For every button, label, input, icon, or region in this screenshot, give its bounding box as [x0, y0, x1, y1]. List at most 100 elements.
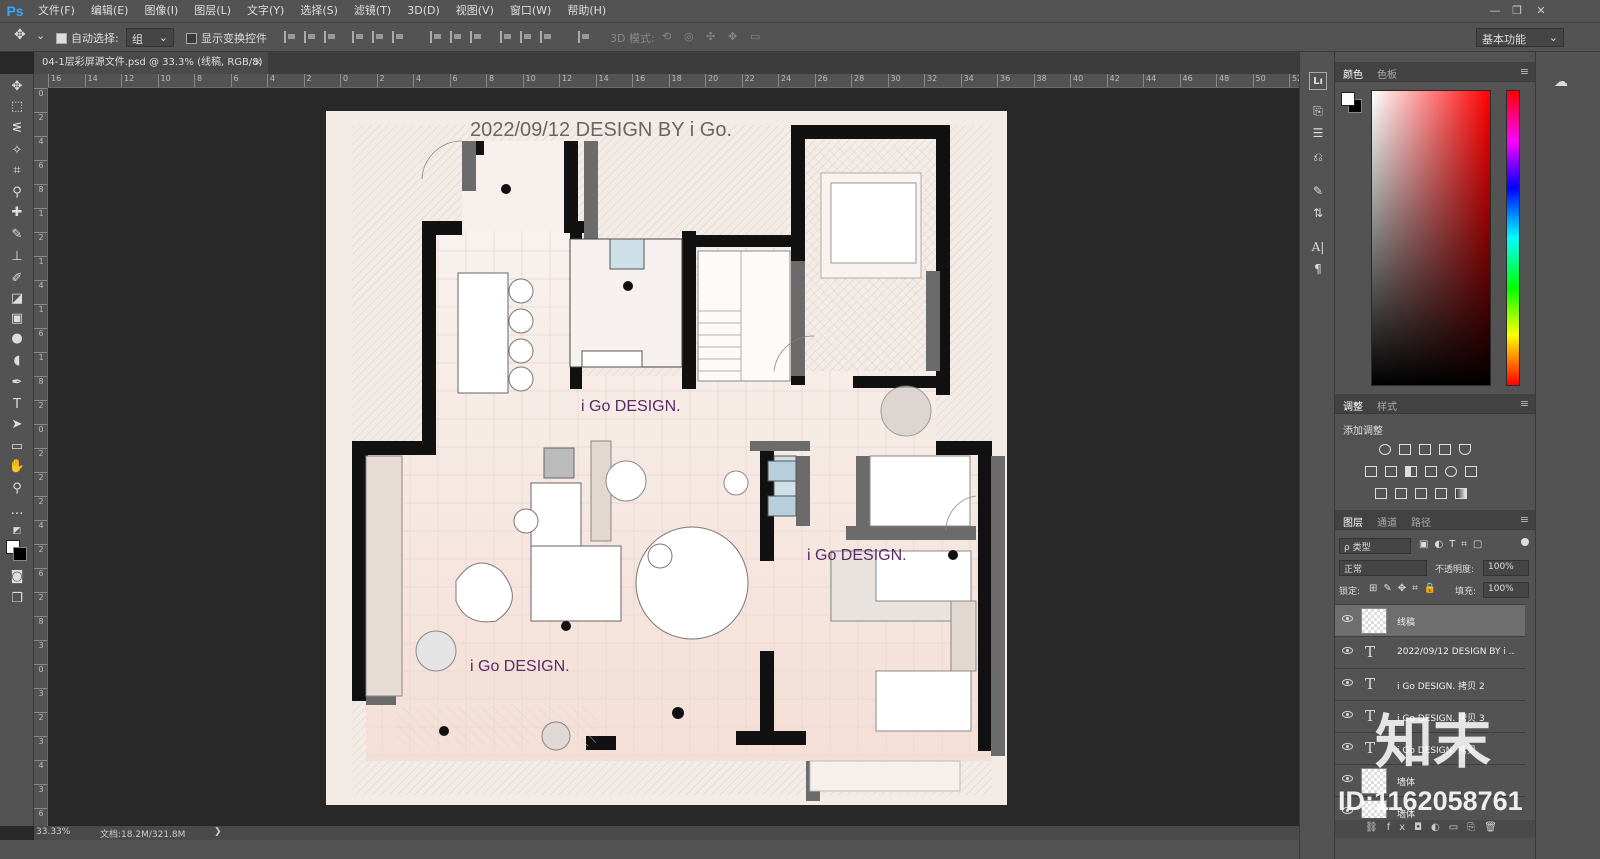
dodge-tool-icon[interactable]: ◖	[8, 352, 26, 370]
auto-select-dropdown[interactable]: 组 ⌄	[126, 28, 174, 47]
chevron-down-icon[interactable]: ⌄	[36, 29, 45, 42]
posterize-icon[interactable]	[1395, 488, 1407, 499]
lock-icons[interactable]: ⊞✎✥⌗🔒	[1369, 583, 1442, 594]
filter-toggle-icon[interactable]	[1521, 538, 1529, 546]
align-hcenter-icon[interactable]	[372, 31, 384, 43]
blend-mode-dropdown[interactable]: 正常	[1339, 560, 1427, 576]
menu-layer[interactable]: 图层(L)	[186, 0, 239, 22]
distribute-bottom-icon[interactable]	[470, 31, 482, 43]
align-vcenter-icon[interactable]	[304, 31, 316, 43]
gradient-map-icon[interactable]	[1455, 488, 1467, 499]
align-top-icon[interactable]	[284, 31, 296, 43]
brand-label-3[interactable]: i Go DESIGN.	[470, 658, 570, 676]
close-icon[interactable]: ×	[254, 52, 262, 74]
floor-plan-artboard[interactable]: 2022/09/12 DESIGN BY i Go. i Go DESIGN. …	[326, 111, 1007, 805]
color-lookup-icon[interactable]	[1465, 466, 1477, 477]
threshold-icon[interactable]	[1415, 488, 1427, 499]
eye-icon[interactable]	[1342, 711, 1353, 718]
menu-select[interactable]: 选择(S)	[292, 0, 346, 22]
menu-help[interactable]: 帮助(H)	[559, 0, 614, 22]
tab-channels[interactable]: 通道	[1377, 514, 1397, 529]
rectangle-tool-icon[interactable]: ▭	[8, 438, 26, 456]
eraser-tool-icon[interactable]: ◪	[8, 290, 26, 308]
actions-icon[interactable]: ⎌	[1309, 148, 1327, 166]
blur-tool-icon[interactable]: ●	[8, 330, 26, 348]
canvas-area[interactable]: 2022/09/12 DESIGN BY i Go. i Go DESIGN. …	[48, 89, 1299, 826]
channel-mixer-icon[interactable]	[1445, 466, 1457, 477]
hue-saturation-icon[interactable]	[1365, 466, 1377, 477]
eye-icon[interactable]	[1342, 679, 1353, 686]
photo-filter-icon[interactable]	[1425, 466, 1437, 477]
distribute-right-icon[interactable]	[540, 31, 552, 43]
color-picker-field[interactable]	[1371, 90, 1491, 386]
tab-layers[interactable]: 图层	[1343, 514, 1363, 529]
minimize-button[interactable]: —	[1484, 0, 1506, 22]
brightness-icon[interactable]	[1379, 444, 1391, 455]
menu-type[interactable]: 文字(Y)	[239, 0, 292, 22]
invert-icon[interactable]	[1375, 488, 1387, 499]
marquee-tool-icon[interactable]: ⬚	[8, 98, 26, 116]
eyedropper-icon[interactable]: ⚲	[8, 184, 26, 202]
menu-window[interactable]: 窗口(W)	[502, 0, 559, 22]
menu-filter[interactable]: 滤镜(T)	[346, 0, 399, 22]
fill-field[interactable]: 100%	[1483, 582, 1529, 598]
selective-color-icon[interactable]	[1435, 488, 1447, 499]
layer-filter-dropdown[interactable]: ρ 类型	[1339, 538, 1411, 554]
crop-tool-icon[interactable]: ⌗	[8, 162, 26, 180]
eye-icon[interactable]	[1342, 775, 1353, 782]
hue-slider[interactable]	[1506, 90, 1520, 386]
quick-mask-icon[interactable]: ◙	[8, 568, 26, 586]
levels-icon[interactable]	[1399, 444, 1411, 455]
brand-label-1[interactable]: i Go DESIGN.	[581, 398, 681, 416]
type-tool-icon[interactable]: T	[8, 396, 26, 414]
menu-file[interactable]: 文件(F)	[30, 0, 83, 22]
foreground-swatch[interactable]	[1341, 92, 1355, 106]
distribute-left-icon[interactable]	[500, 31, 512, 43]
opacity-field[interactable]: 100%	[1483, 560, 1529, 576]
character-icon[interactable]: A|	[1309, 238, 1327, 256]
tab-adjustments[interactable]: 调整	[1343, 398, 1363, 413]
vibrance-icon[interactable]	[1459, 444, 1471, 455]
paragraph-icon[interactable]: ¶	[1309, 260, 1327, 278]
distribute-hcenter-icon[interactable]	[520, 31, 532, 43]
layer-row[interactable]: T i Go DESIGN. 拷贝 2	[1335, 668, 1525, 700]
curves-icon[interactable]	[1419, 444, 1431, 455]
brush-settings-icon[interactable]: ✎	[1309, 182, 1327, 200]
history-icon[interactable]: ⎘	[1309, 102, 1327, 120]
layers-footer-icons[interactable]: ⛓fx◘◐▭⎘🗑	[1335, 820, 1535, 838]
layer-row[interactable]: T 2022/09/12 DESIGN BY i ...	[1335, 636, 1525, 668]
adjust-settings-icon[interactable]: ⇅	[1309, 204, 1327, 222]
status-menu-icon[interactable]: ❯	[214, 827, 222, 837]
hand-tool-icon[interactable]: ✋	[8, 458, 26, 476]
brush-tool-icon[interactable]: ✎	[8, 226, 26, 244]
properties-icon[interactable]: ☰	[1309, 124, 1327, 142]
zoom-level[interactable]: 33.33%	[36, 827, 70, 837]
workspace-dropdown[interactable]: 基本功能 ⌄	[1476, 28, 1564, 47]
screen-mode-icon[interactable]: ❐	[8, 590, 26, 608]
show-transform-checkbox[interactable]: 显示变换控件	[186, 30, 267, 46]
creative-cloud-icon[interactable]: ☁	[1554, 74, 1568, 90]
tab-styles[interactable]: 样式	[1377, 398, 1397, 413]
exposure-icon[interactable]	[1439, 444, 1451, 455]
default-colors-icon[interactable]: ◩	[8, 522, 26, 540]
more-tools-icon[interactable]: …	[8, 502, 26, 520]
layer-row[interactable]: 线稿	[1335, 604, 1525, 636]
plan-title[interactable]: 2022/09/12 DESIGN BY i Go.	[470, 119, 732, 142]
tab-swatches[interactable]: 色板	[1377, 66, 1397, 81]
restore-button[interactable]: ❐	[1506, 0, 1528, 22]
libraries-icon[interactable]: Lı	[1309, 72, 1327, 90]
path-select-icon[interactable]: ➤	[8, 416, 26, 434]
panel-menu-icon[interactable]: ≡	[1520, 397, 1529, 410]
tab-color[interactable]: 颜色	[1343, 66, 1363, 81]
tab-paths[interactable]: 路径	[1411, 514, 1431, 529]
distribute-vcenter-icon[interactable]	[450, 31, 462, 43]
background-color-swatch[interactable]	[13, 547, 27, 561]
document-tab[interactable]: 04-1层彩屏源文件.psd @ 33.3% (线稿, RGB/8) ×	[34, 52, 268, 74]
history-brush-icon[interactable]: ✐	[8, 270, 26, 288]
brand-label-2[interactable]: i Go DESIGN.	[807, 547, 907, 565]
align-bottom-icon[interactable]	[324, 31, 336, 43]
magic-wand-icon[interactable]: ✧	[8, 142, 26, 160]
eye-icon[interactable]	[1342, 647, 1353, 654]
menu-edit[interactable]: 编辑(E)	[83, 0, 137, 22]
menu-image[interactable]: 图像(I)	[136, 0, 186, 22]
